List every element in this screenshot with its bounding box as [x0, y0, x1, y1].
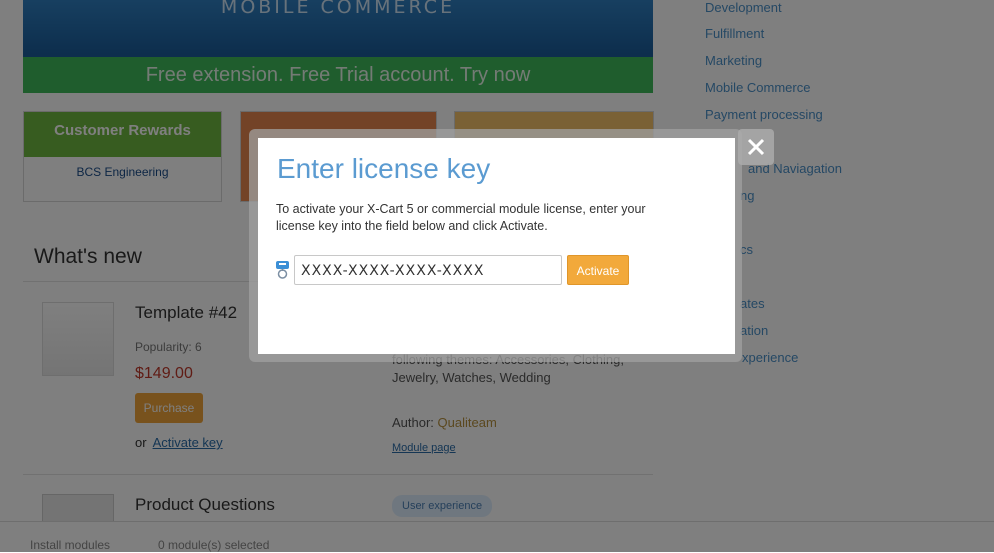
license-key-dialog: Enter license key To activate your X-Car… — [258, 138, 735, 354]
close-icon[interactable] — [738, 129, 774, 165]
dialog-title: Enter license key — [277, 153, 491, 184]
dialog-instructions: To activate your X-Cart 5 or commercial … — [276, 202, 646, 233]
key-icon — [276, 261, 289, 279]
license-key-input[interactable]: XXXX-XXXX-XXXX-XXXX — [294, 255, 562, 285]
activate-button[interactable]: Activate — [567, 255, 629, 285]
page: MOBILE COMMERCE Free extension. Free Tri… — [0, 0, 994, 553]
